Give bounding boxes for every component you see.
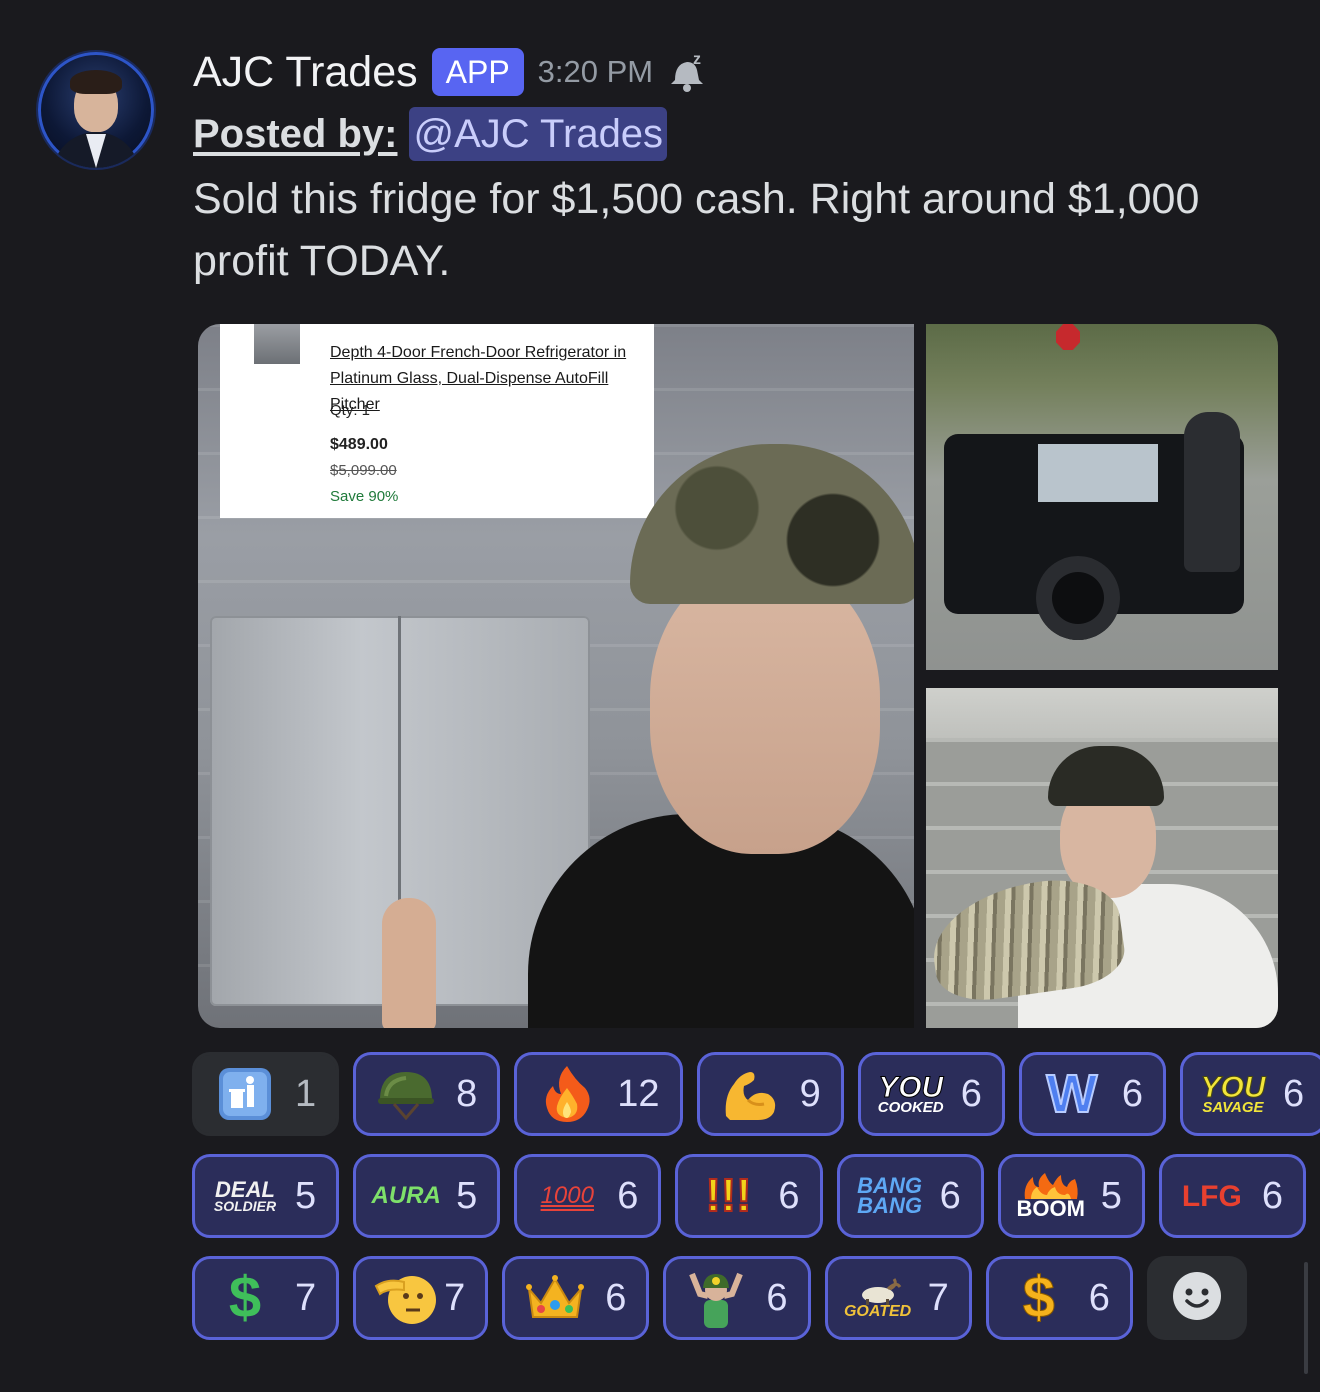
- reaction-green-dollar[interactable]: $ 7: [192, 1256, 340, 1340]
- reaction-count: 12: [617, 1072, 660, 1115]
- gold-dollar-sign-icon: $: [1022, 1264, 1055, 1330]
- flexed-biceps-icon: [718, 1062, 782, 1126]
- w-letter-icon: W: [1045, 1063, 1098, 1124]
- timestamp[interactable]: 3:20 PM: [538, 54, 653, 90]
- bang-bang-text-icon: BANG BANG: [857, 1173, 922, 1218]
- reaction-count: 7: [444, 1276, 466, 1319]
- image-gallery: Depth 4-Door French-Door Refrigerator in…: [198, 324, 1278, 1028]
- receipt-screenshot: Depth 4-Door French-Door Refrigerator in…: [220, 324, 654, 518]
- reaction-helmet[interactable]: 8: [353, 1052, 501, 1136]
- avatar-hair: [70, 70, 122, 94]
- reaction-count: 6: [960, 1072, 982, 1115]
- reaction-you-savage[interactable]: YOU SAVAGE 6: [1179, 1052, 1320, 1136]
- pointing-finger: [382, 898, 436, 1028]
- fridge-in-truck-bed: [1038, 444, 1158, 502]
- reaction-count: 6: [1282, 1072, 1305, 1115]
- message-text: Sold this fridge for $1,500 cash. Right …: [193, 175, 1200, 285]
- reaction-biceps[interactable]: 9: [696, 1052, 844, 1136]
- triple-exclamation-icon: !!!: [704, 1169, 752, 1222]
- reaction-count: 7: [295, 1276, 317, 1319]
- reaction-boom[interactable]: BOOM 5: [997, 1154, 1145, 1238]
- fridge-thumbnail: [254, 324, 300, 364]
- scrollbar[interactable]: [1304, 1262, 1308, 1374]
- green-dollar-sign-icon: $: [228, 1264, 262, 1330]
- reaction-w[interactable]: W 6: [1018, 1052, 1166, 1136]
- reaction-crown[interactable]: 6: [502, 1256, 650, 1340]
- gallery-image-fridge-selfie[interactable]: Depth 4-Door French-Door Refrigerator in…: [198, 324, 914, 1028]
- reaction-count: 9: [799, 1072, 821, 1115]
- trash-can-sign-icon: [213, 1062, 277, 1126]
- reaction-goated[interactable]: GOATED 7: [824, 1256, 972, 1340]
- goated-goat-icon: GOATED: [844, 1266, 911, 1330]
- army-helmet-icon: [374, 1062, 438, 1126]
- cheering-soldier-icon: [684, 1266, 748, 1330]
- receipt-product-name: Depth 4-Door French-Door Refrigerator in…: [330, 344, 627, 413]
- deal-soldier-logo-icon: DEAL SOLDIER: [213, 1176, 277, 1214]
- hundred-points-icon: 1000: [540, 1182, 594, 1210]
- add-reaction-button[interactable]: [1146, 1256, 1247, 1340]
- reaction-count: 6: [939, 1174, 961, 1217]
- you-cooked-sticker-icon: YOU COOKED: [877, 1070, 944, 1116]
- reaction-salute[interactable]: 7: [353, 1256, 489, 1340]
- user-mention[interactable]: @AJC Trades: [409, 107, 668, 161]
- reaction-soldier[interactable]: 6: [663, 1256, 811, 1340]
- fire-icon: [535, 1062, 599, 1126]
- reaction-bang-bang[interactable]: BANG BANG 6: [836, 1154, 984, 1238]
- reaction-count: 6: [617, 1174, 639, 1217]
- gallery-image-cash-selfie[interactable]: [926, 688, 1278, 1028]
- reaction-count: 7: [927, 1276, 949, 1319]
- reaction-deal-soldier[interactable]: DEAL SOLDIER 5: [192, 1154, 340, 1238]
- reaction-count: 6: [766, 1276, 788, 1319]
- user-avatar[interactable]: [38, 52, 154, 168]
- reaction-trash[interactable]: 1: [192, 1052, 340, 1136]
- crown-icon: [523, 1266, 587, 1330]
- username[interactable]: AJC Trades: [193, 48, 418, 97]
- reaction-gold-dollar[interactable]: $ 6: [985, 1256, 1133, 1340]
- reaction-count: 6: [1261, 1174, 1283, 1217]
- smiley-add-icon: [1172, 1271, 1222, 1325]
- saluting-face-icon: [374, 1266, 438, 1330]
- message-header: AJC Trades APP 3:20 PM z: [193, 40, 707, 104]
- reactions-row: $ 7 7 6 6 GOATED 7 $ 6: [192, 1256, 1247, 1340]
- reactions-row: 1 8 12 9 YOU COOKED 6 W 6 YOU SAVAGE 6: [192, 1052, 1320, 1136]
- bell-snooze-icon: z: [669, 50, 707, 94]
- receipt-price: $489.00: [330, 436, 388, 453]
- reaction-1000[interactable]: 1000 6: [514, 1154, 662, 1238]
- gallery-image-truck[interactable]: [926, 324, 1278, 670]
- reaction-count: 5: [295, 1174, 317, 1217]
- person-face: [650, 564, 880, 854]
- aura-text-icon: AURA: [371, 1182, 441, 1210]
- posted-by-label: Posted by:: [193, 111, 398, 156]
- reaction-count: 6: [1088, 1276, 1110, 1319]
- receipt-original-price: $5,099.00: [330, 462, 397, 479]
- reaction-exclamation[interactable]: !!! 6: [675, 1154, 823, 1238]
- reaction-count: 8: [456, 1072, 478, 1115]
- stop-sign: [1056, 324, 1080, 350]
- man-loading-truck: [1184, 412, 1240, 572]
- reaction-aura[interactable]: AURA 5: [353, 1154, 501, 1238]
- reaction-you-cooked[interactable]: YOU COOKED 6: [857, 1052, 1005, 1136]
- reaction-count: 6: [605, 1276, 627, 1319]
- reaction-fire[interactable]: 12: [514, 1052, 683, 1136]
- receipt-qty: Qty: 1: [330, 402, 371, 419]
- reaction-count: 6: [778, 1174, 800, 1217]
- you-savage-sticker-icon: YOU SAVAGE: [1200, 1070, 1266, 1116]
- reaction-count: 5: [456, 1174, 478, 1217]
- app-badge: APP: [431, 48, 524, 96]
- reaction-lfg[interactable]: LFG 6: [1158, 1154, 1306, 1238]
- reactions-row: DEAL SOLDIER 5 AURA 5 1000 6 !!! 6 BANG …: [192, 1154, 1306, 1238]
- reaction-count: 1: [295, 1072, 317, 1115]
- reaction-count: 5: [1100, 1174, 1122, 1217]
- svg-text:z: z: [693, 51, 701, 68]
- boom-fire-text-icon: BOOM: [1016, 1164, 1085, 1228]
- reaction-count: 6: [1121, 1072, 1143, 1115]
- posted-by-line: Posted by: @AJC Trades: [193, 106, 668, 162]
- receipt-savings: Save 90%: [330, 488, 399, 505]
- lfg-text-icon: LFG: [1181, 1179, 1242, 1213]
